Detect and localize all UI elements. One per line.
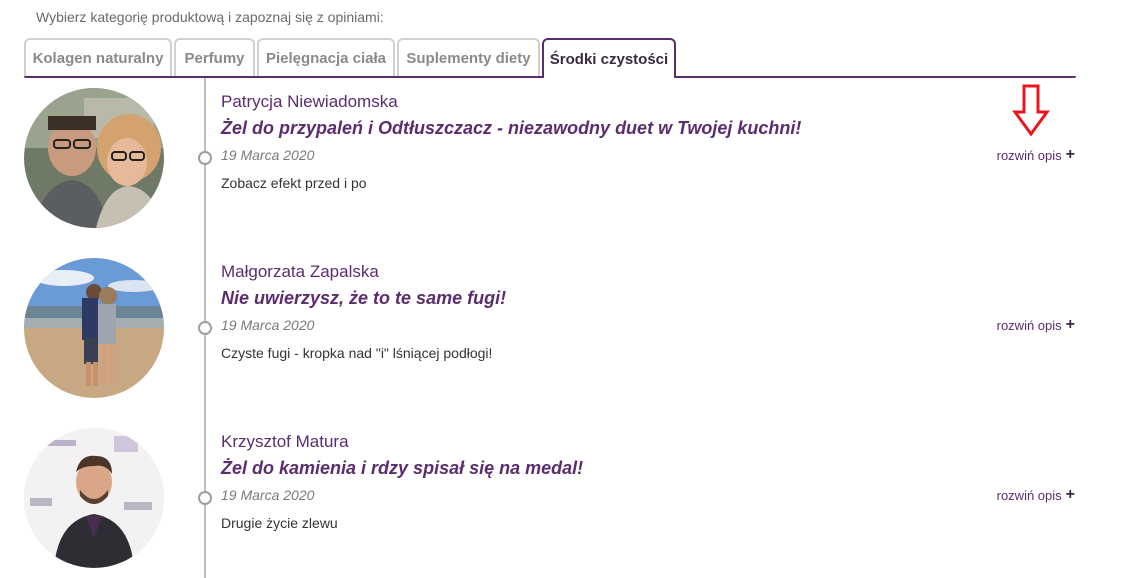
avatar	[24, 258, 164, 398]
review-description: Czyste fugi - kropka nad "i" lśniącej po…	[221, 345, 493, 361]
review-description: Zobacz efekt przed i po	[221, 175, 367, 191]
avatar	[24, 428, 164, 568]
red-down-arrow-icon	[1012, 84, 1050, 137]
review-author: Małgorzata Zapalska	[221, 262, 379, 281]
review-author: Krzysztof Matura	[221, 432, 349, 451]
avatar	[24, 88, 164, 228]
review-description: Drugie życie zlewu	[221, 515, 338, 531]
review-item: Małgorzata Zapalska Nie uwierzysz, że to…	[0, 258, 1129, 428]
tab-kolagen-naturalny[interactable]: Kolagen naturalny	[24, 38, 172, 76]
plus-icon: +	[1065, 316, 1075, 333]
tab-perfumy[interactable]: Perfumy	[174, 38, 255, 76]
intro-text: Wybierz kategorię produktową i zapoznaj …	[36, 9, 384, 25]
expand-label: rozwiń opis	[996, 487, 1062, 503]
expand-label: rozwiń opis	[996, 147, 1062, 163]
avatar-photo-beach	[24, 258, 164, 398]
tab-pielegnacja-ciala[interactable]: Pielęgnacja ciała	[257, 38, 395, 76]
review-item: Krzysztof Matura Żel do kamienia i rdzy …	[0, 428, 1129, 578]
plus-icon: +	[1065, 486, 1075, 503]
review-date: 19 Marca 2020	[221, 317, 315, 333]
avatar-photo-man-event	[24, 428, 164, 568]
category-tabs: Kolagen naturalny Perfumy Pielęgnacja ci…	[24, 38, 1076, 78]
tab-srodki-czystosci[interactable]: Środki czystości	[542, 38, 676, 78]
avatar-photo-couple	[24, 88, 164, 228]
review-headline: Nie uwierzysz, że to te same fugi!	[221, 288, 507, 308]
timeline-dot	[198, 321, 212, 335]
review-headline: Żel do kamienia i rdzy spisał się na med…	[221, 458, 584, 478]
timeline-dot	[198, 491, 212, 505]
expand-description-button[interactable]: rozwiń opis +	[997, 147, 1075, 163]
review-item: Patrycja Niewiadomska Żel do przypaleń i…	[0, 88, 1129, 258]
expand-description-button[interactable]: rozwiń opis +	[997, 317, 1075, 333]
expand-description-button[interactable]: rozwiń opis +	[997, 487, 1075, 503]
timeline-dot	[198, 151, 212, 165]
review-headline: Żel do przypaleń i Odtłuszczacz - niezaw…	[221, 118, 802, 138]
review-author: Patrycja Niewiadomska	[221, 92, 398, 111]
expand-label: rozwiń opis	[996, 317, 1062, 333]
plus-icon: +	[1065, 146, 1075, 163]
review-date: 19 Marca 2020	[221, 487, 315, 503]
tab-suplementy-diety[interactable]: Suplementy diety	[397, 38, 540, 76]
review-date: 19 Marca 2020	[221, 147, 315, 163]
